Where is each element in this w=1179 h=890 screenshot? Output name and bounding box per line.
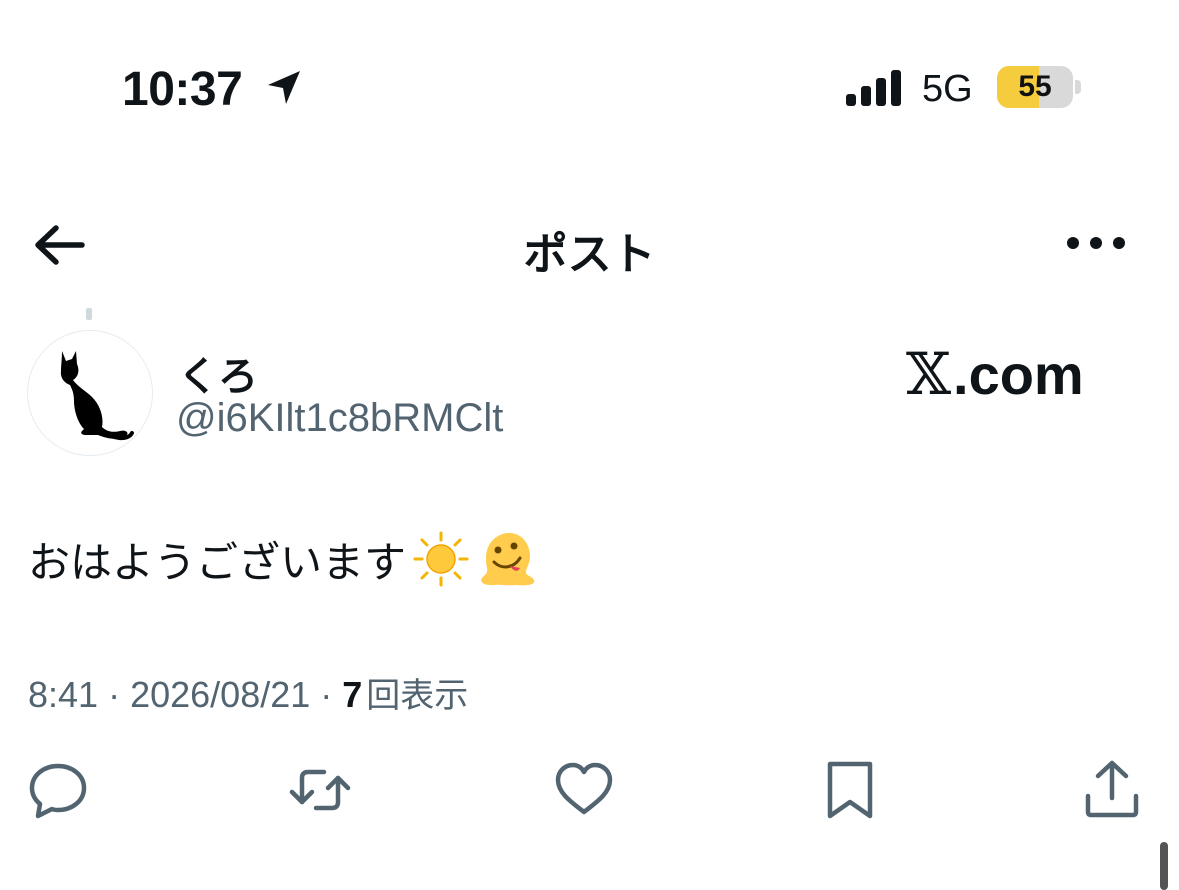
meta-separator: · bbox=[320, 674, 333, 715]
battery-cap bbox=[1075, 80, 1081, 94]
more-options-icon[interactable] bbox=[1064, 228, 1128, 258]
sun-emoji-icon bbox=[413, 531, 469, 587]
like-icon[interactable] bbox=[552, 758, 616, 822]
user-handle[interactable]: @i6KIlt1c8bRMClt bbox=[176, 396, 503, 441]
repost-icon[interactable] bbox=[288, 758, 352, 822]
x-logo-letter: 𝕏 bbox=[906, 340, 952, 408]
meta-separator: · bbox=[108, 674, 121, 715]
melting-face-emoji-icon bbox=[481, 533, 535, 586]
page-title: ポスト bbox=[523, 230, 656, 279]
post-date[interactable]: 2026/08/21 bbox=[130, 674, 310, 716]
navigation-bar: ポスト bbox=[0, 200, 1179, 290]
post-meta: 8:41 · 2026/08/21 · 7 回表示 bbox=[28, 668, 468, 717]
scroll-indicator[interactable] bbox=[1160, 842, 1168, 890]
post-time[interactable]: 8:41 bbox=[28, 674, 98, 716]
x-com-watermark: 𝕏 .com bbox=[906, 340, 1084, 408]
status-bar: 10:37 5G 55 bbox=[0, 0, 1179, 170]
view-count: 7 bbox=[342, 674, 363, 715]
thread-line bbox=[86, 308, 92, 320]
watermark-domain: .com bbox=[953, 342, 1084, 406]
battery-icon: 55 bbox=[997, 66, 1073, 108]
battery-level: 55 bbox=[1018, 70, 1052, 103]
status-time: 10:37 bbox=[122, 63, 243, 116]
cellular-signal-icon bbox=[846, 70, 901, 106]
post-text-content: おはようございます bbox=[28, 537, 407, 587]
avatar[interactable] bbox=[27, 330, 153, 456]
location-arrow-icon bbox=[268, 71, 300, 104]
post-text: おはようございます bbox=[28, 528, 538, 590]
display-name[interactable]: くろ bbox=[178, 344, 258, 402]
view-label: 回表示 bbox=[366, 676, 469, 716]
bookmark-icon[interactable] bbox=[818, 758, 882, 822]
share-icon[interactable] bbox=[1080, 758, 1144, 822]
black-cat-icon bbox=[60, 351, 134, 440]
action-bar bbox=[0, 758, 1179, 828]
network-type: 5G bbox=[922, 68, 973, 110]
reply-icon[interactable] bbox=[26, 758, 90, 822]
